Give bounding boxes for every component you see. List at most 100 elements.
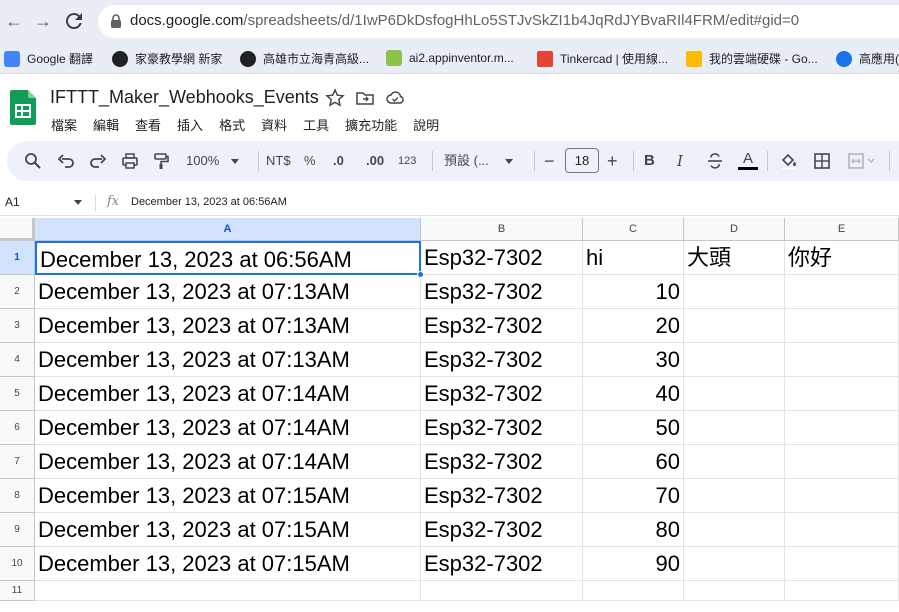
cell-b10[interactable]: Esp32-7302	[421, 547, 583, 581]
bookmark-tinkercad[interactable]: Tinkercad | 使用線...	[537, 50, 668, 67]
font-family-select[interactable]: 預設 (...	[444, 151, 513, 171]
cell-b4[interactable]: Esp32-7302	[421, 343, 583, 377]
cell-c3[interactable]: 20	[583, 309, 684, 343]
cell-e10[interactable]	[785, 547, 899, 581]
print-icon[interactable]	[121, 151, 139, 171]
bookmark-kaohsiung-school[interactable]: 高雄市立海青高級...	[240, 50, 369, 67]
cell-b5[interactable]: Esp32-7302	[421, 377, 583, 411]
name-box[interactable]: A1	[5, 195, 20, 209]
cell-c9[interactable]: 80	[583, 513, 684, 547]
text-color-button[interactable]: A	[738, 151, 758, 171]
cell-d6[interactable]	[684, 411, 785, 445]
row-header-1[interactable]: 1	[0, 241, 35, 275]
cell-a1[interactable]: December 13, 2023 at 06:56AM	[35, 241, 421, 275]
cell-a3[interactable]: December 13, 2023 at 07:13AM	[35, 309, 421, 343]
cell-e7[interactable]	[785, 445, 899, 479]
cell-c10[interactable]: 90	[583, 547, 684, 581]
cell-d11[interactable]	[684, 581, 785, 601]
menu-help[interactable]: 說明	[413, 115, 439, 134]
bookmark-appinventor[interactable]: ai2.appinventor.m...	[386, 50, 514, 66]
cell-e4[interactable]	[785, 343, 899, 377]
cell-d3[interactable]	[684, 309, 785, 343]
cell-b7[interactable]: Esp32-7302	[421, 445, 583, 479]
cell-d8[interactable]	[684, 479, 785, 513]
cell-e2[interactable]	[785, 275, 899, 309]
back-arrow-icon[interactable]: ←	[2, 9, 26, 33]
row-header-2[interactable]: 2	[0, 275, 35, 309]
merge-cells-icon[interactable]	[847, 151, 877, 171]
row-header-4[interactable]: 4	[0, 343, 35, 377]
select-all-corner[interactable]	[0, 218, 35, 241]
menu-view[interactable]: 查看	[135, 115, 161, 134]
column-header-d[interactable]: D	[684, 218, 785, 241]
fill-color-icon[interactable]	[779, 151, 799, 171]
paint-format-icon[interactable]	[152, 151, 170, 171]
decrease-font-size-button[interactable]: −	[544, 151, 555, 171]
cell-d7[interactable]	[684, 445, 785, 479]
zoom-select[interactable]: 100%	[186, 151, 240, 171]
document-title[interactable]: IFTTT_Maker_Webhooks_Events	[50, 87, 319, 108]
cell-b9[interactable]: Esp32-7302	[421, 513, 583, 547]
cell-d5[interactable]	[684, 377, 785, 411]
column-header-a[interactable]: A	[35, 218, 421, 241]
bold-button[interactable]: B	[644, 151, 655, 171]
cell-c4[interactable]: 30	[583, 343, 684, 377]
forward-arrow-icon[interactable]: →	[31, 9, 55, 33]
cell-a6[interactable]: December 13, 2023 at 07:14AM	[35, 411, 421, 445]
cell-c1[interactable]: hi	[583, 241, 684, 275]
cell-c2[interactable]: 10	[583, 275, 684, 309]
url-omnibox[interactable]: docs.google.com/spreadsheets/d/1IwP6DkDs…	[98, 5, 899, 38]
cell-c7[interactable]: 60	[583, 445, 684, 479]
cell-a2[interactable]: December 13, 2023 at 07:13AM	[35, 275, 421, 309]
cell-b3[interactable]: Esp32-7302	[421, 309, 583, 343]
row-header-6[interactable]: 6	[0, 411, 35, 445]
column-header-e[interactable]: E	[785, 218, 899, 241]
font-size-input[interactable]: 18	[565, 148, 599, 173]
menu-format[interactable]: 格式	[219, 115, 245, 134]
menu-insert[interactable]: 插入	[177, 115, 203, 134]
column-header-b[interactable]: B	[421, 218, 583, 241]
cell-e6[interactable]	[785, 411, 899, 445]
row-header-7[interactable]: 7	[0, 445, 35, 479]
cell-a9[interactable]: December 13, 2023 at 07:15AM	[35, 513, 421, 547]
formula-input[interactable]: December 13, 2023 at 06:56AM	[131, 196, 287, 208]
cell-e1[interactable]: 你好	[785, 241, 899, 275]
menu-edit[interactable]: 編輯	[93, 115, 119, 134]
bookmark-google-drive[interactable]: 我的雲端硬碟 - Go...	[686, 50, 818, 67]
menu-extensions[interactable]: 擴充功能	[345, 115, 397, 134]
row-header-10[interactable]: 10	[0, 547, 35, 581]
menu-tools[interactable]: 工具	[303, 115, 329, 134]
column-header-c[interactable]: C	[583, 218, 684, 241]
cell-c5[interactable]: 40	[583, 377, 684, 411]
cell-a11[interactable]	[35, 581, 421, 601]
menu-data[interactable]: 資料	[261, 115, 287, 134]
cell-e9[interactable]	[785, 513, 899, 547]
cell-d1[interactable]: 大頭	[684, 241, 785, 275]
reload-icon[interactable]	[62, 9, 86, 33]
row-header-8[interactable]: 8	[0, 479, 35, 513]
cell-e11[interactable]	[785, 581, 899, 601]
cell-d10[interactable]	[684, 547, 785, 581]
cell-e8[interactable]	[785, 479, 899, 513]
cell-a8[interactable]: December 13, 2023 at 07:15AM	[35, 479, 421, 513]
name-box-dropdown-icon[interactable]	[74, 200, 82, 205]
cell-b6[interactable]: Esp32-7302	[421, 411, 583, 445]
currency-format-button[interactable]: NT$	[266, 151, 291, 171]
cell-b8[interactable]: Esp32-7302	[421, 479, 583, 513]
cell-c8[interactable]: 70	[583, 479, 684, 513]
increase-decimal-button[interactable]: .00	[366, 151, 384, 171]
cell-d9[interactable]	[684, 513, 785, 547]
cell-d4[interactable]	[684, 343, 785, 377]
row-header-3[interactable]: 3	[0, 309, 35, 343]
percent-format-button[interactable]: %	[304, 151, 316, 171]
undo-icon[interactable]	[57, 151, 75, 171]
borders-icon[interactable]	[813, 151, 831, 171]
row-header-5[interactable]: 5	[0, 377, 35, 411]
cell-d2[interactable]	[684, 275, 785, 309]
row-header-11[interactable]: 11	[0, 581, 35, 601]
cloud-saved-icon[interactable]	[385, 88, 405, 108]
cell-c11[interactable]	[583, 581, 684, 601]
move-folder-icon[interactable]	[355, 88, 375, 108]
cell-e3[interactable]	[785, 309, 899, 343]
bookmark-jiahao[interactable]: 家豪教學網 新家	[112, 50, 222, 67]
